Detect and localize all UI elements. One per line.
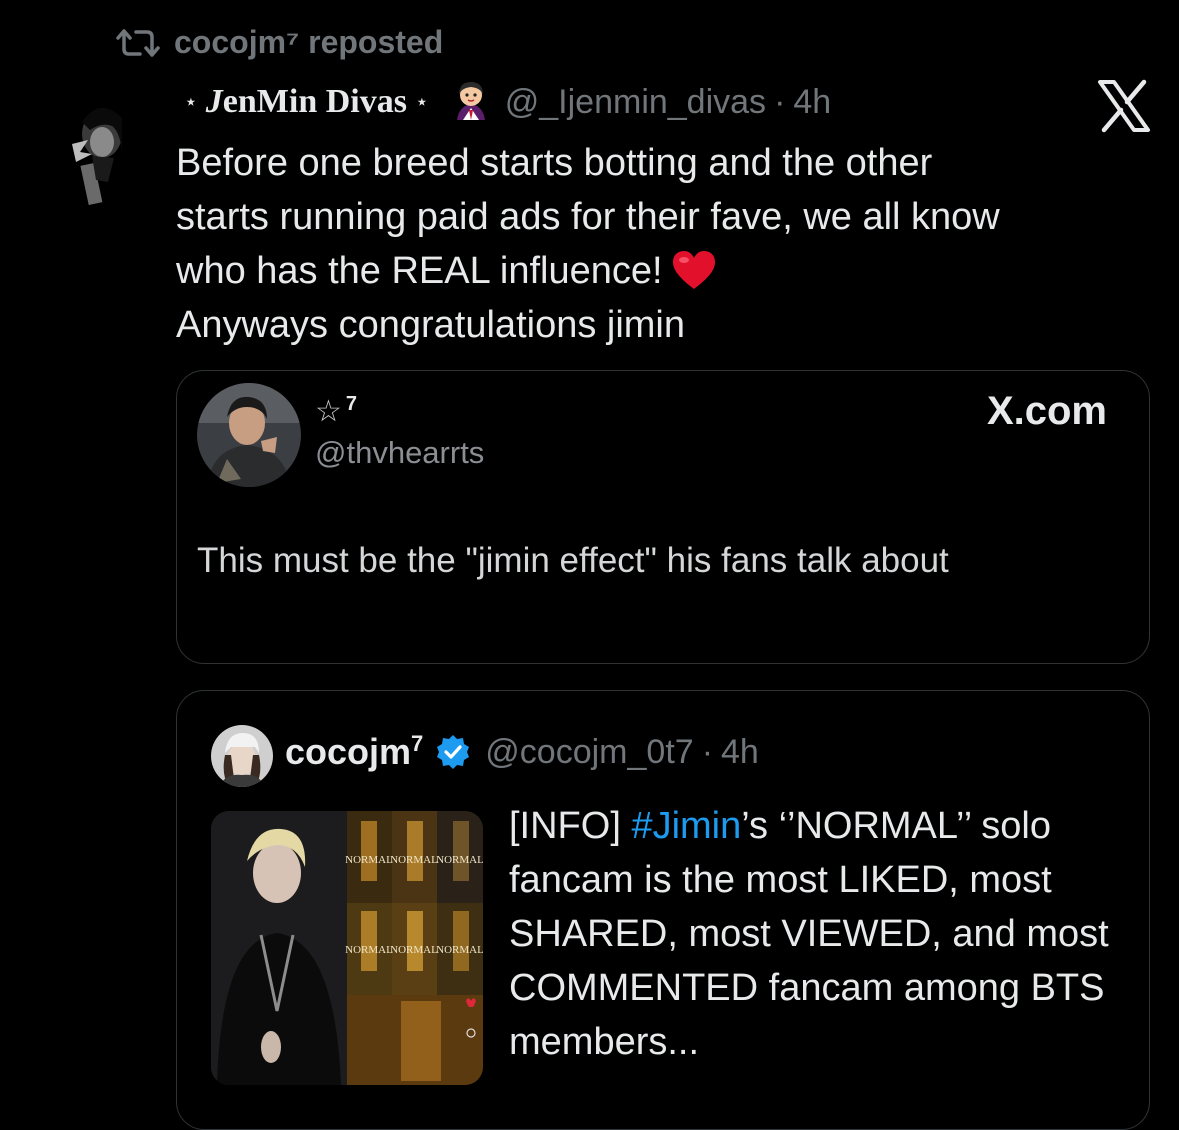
verified-badge-icon (437, 735, 470, 769)
author-avatar[interactable] (62, 92, 134, 212)
thumbnail-label: NORMAL (390, 854, 438, 866)
cocojm-handle[interactable]: @cocojm_0t7 (485, 733, 693, 772)
x-logo-icon[interactable] (1096, 78, 1152, 134)
author-display-name[interactable]: JenMin Divas (206, 83, 407, 121)
name-decoration: ⋆ (184, 89, 198, 114)
tweet-line: starts running paid ads for their fave, … (176, 196, 1000, 238)
thumbnail-label: NORMAL (390, 944, 438, 956)
quoted-text: This must be the "jimin effect" his fans… (197, 541, 949, 580)
quoted-tweet-header: cocojm7 @cocojm_0t7 · 4h (285, 731, 759, 773)
site-label: X.com (986, 389, 1107, 433)
quoted-handle: @thvhearrts (315, 435, 485, 470)
account-name: ☆ 7 (315, 393, 358, 428)
tweet-text: Before one breed starts botting and the … (176, 136, 1136, 352)
quoted-timestamp[interactable]: 4h (721, 733, 759, 772)
tweet-line: Before one breed starts botting and the … (176, 142, 933, 184)
fancam-collage-image[interactable]: NORMAL NORMAL NORMAL NORMAL NORMAL NORMA… (211, 811, 483, 1085)
timestamp[interactable]: 4h (793, 83, 831, 122)
thumbnail-label: NORMAL (345, 854, 393, 866)
repost-indicator[interactable]: cocojm⁷ reposted (116, 24, 443, 61)
thvhearrts-avatar (197, 383, 301, 487)
separator-dot: · (774, 82, 786, 121)
separator-dot: · (701, 732, 714, 771)
name-decoration: ⋆ (414, 89, 429, 114)
vampire-emoji-icon (456, 82, 485, 120)
cocojm-avatar[interactable] (211, 725, 273, 787)
quoted-tweet-text: [INFO] #Jimin’s ‘’NORMAL’’ solo fancam i… (509, 805, 1109, 1063)
tweet-line: who has the REAL influence! (176, 244, 1136, 298)
thumbnail-label: NORMAL (436, 944, 483, 956)
cocojm-display-name[interactable]: cocojm7 (285, 731, 423, 773)
thumbnail-label: NORMAL (345, 944, 393, 956)
red-heart-emoji-icon (672, 251, 715, 289)
quoted-tweet-card[interactable]: cocojm7 @cocojm_0t7 · 4h NORMAL NORMAL N… (176, 690, 1150, 1130)
thumbnail-label: NORMAL (436, 854, 483, 866)
tweet-line: Anyways congratulations jimin (176, 304, 686, 346)
repost-label: cocojm⁷ reposted (174, 24, 444, 60)
hashtag-link[interactable]: #Jimin (631, 805, 741, 847)
embedded-screenshot-card[interactable]: ☆ 7 @thvhearrts X.com This must be the "j… (176, 370, 1150, 664)
author-handle[interactable]: @_Ijenmin_divas (505, 83, 766, 122)
repost-icon (116, 28, 160, 57)
tweet-header: ⋆ JenMin Divas ⋆ @_Ijenmin_divas · 4h (176, 80, 831, 124)
